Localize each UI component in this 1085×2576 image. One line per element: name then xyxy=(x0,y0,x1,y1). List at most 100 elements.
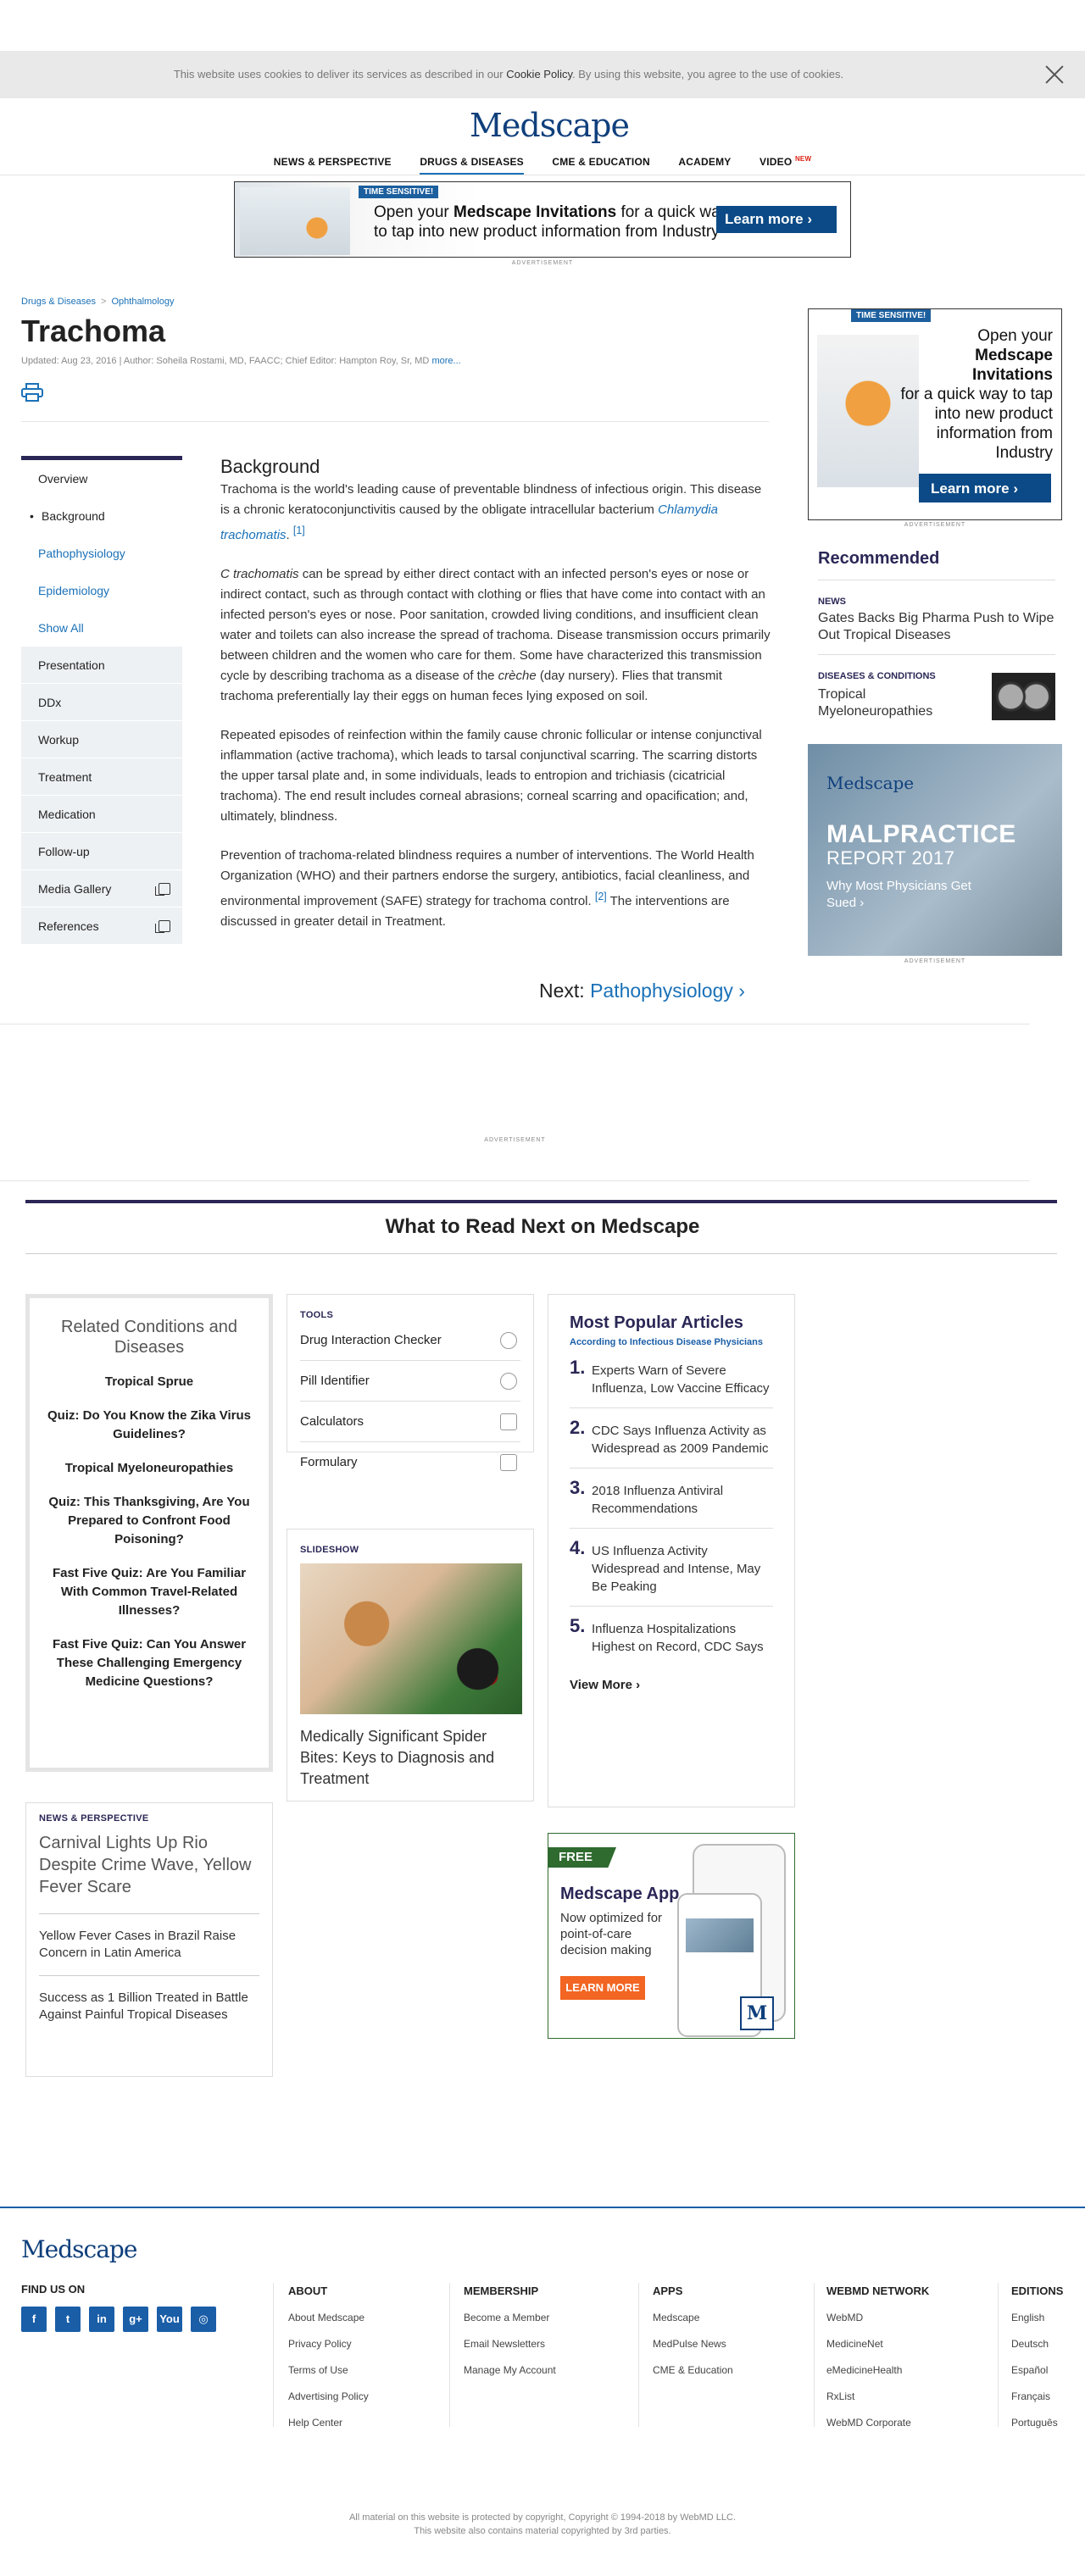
tool-drug-interaction-checker[interactable]: Drug Interaction Checker xyxy=(300,1320,520,1361)
banner-learn-more-button[interactable]: Learn more › xyxy=(716,206,837,233)
sidebar-ad-learn-more-button[interactable]: Learn more › xyxy=(919,474,1051,502)
popular-article[interactable]: 1. Experts Warn of Severe Influenza, Low … xyxy=(570,1348,773,1408)
footer-link[interactable]: WebMD xyxy=(826,2305,929,2331)
recommended-item[interactable]: Gates Backs Big Pharma Push to Wipe Out … xyxy=(818,610,1055,644)
footer-link[interactable]: Deutsch xyxy=(1011,2331,1063,2357)
related-link[interactable]: Tropical Myeloneuropathies xyxy=(47,1459,252,1478)
nav-workup[interactable]: Workup xyxy=(21,721,182,758)
popular-article[interactable]: 4. US Influenza Activity Widespread and I… xyxy=(570,1529,773,1607)
breadcrumb-drugs-diseases[interactable]: Drugs & Diseases xyxy=(21,297,96,307)
view-more-link[interactable]: View More › xyxy=(570,1678,773,1692)
reference-link[interactable]: [2] xyxy=(595,891,607,902)
app-learn-more-button[interactable]: LEARN MORE xyxy=(560,1976,645,2000)
reference-link[interactable]: [1] xyxy=(293,525,305,536)
footer-link[interactable]: Français xyxy=(1011,2384,1063,2410)
footer-link[interactable]: eMedicineHealth xyxy=(826,2357,929,2384)
footer-link[interactable]: Manage My Account xyxy=(464,2357,556,2384)
site-logo[interactable]: Medscape xyxy=(470,107,630,144)
footer-link[interactable]: Português xyxy=(1011,2410,1063,2436)
footer-link[interactable]: Terms of Use xyxy=(288,2357,369,2384)
facebook-icon[interactable]: f xyxy=(21,2307,47,2332)
footer-link[interactable]: Email Newsletters xyxy=(464,2331,556,2357)
related-conditions-box: Related Conditions and Diseases Tropical… xyxy=(25,1294,273,1772)
nav-background[interactable]: Background xyxy=(21,497,182,535)
nav-overview[interactable]: Overview xyxy=(21,460,182,497)
nav-treatment[interactable]: Treatment xyxy=(21,758,182,796)
recommended-thumbnail[interactable] xyxy=(992,673,1055,720)
footer-heading: WEBMD NETWORK xyxy=(826,2285,930,2297)
popular-article[interactable]: 3. 2018 Influenza Antiviral Recommendatio… xyxy=(570,1468,773,1529)
slideshow-caption[interactable]: Medically Significant Spider Bites: Keys… xyxy=(300,1726,520,1790)
related-link[interactable]: Quiz: Do You Know the Zika Virus Guideli… xyxy=(47,1407,252,1444)
footer-link[interactable]: Advertising Policy xyxy=(288,2384,369,2410)
nav-ddx[interactable]: DDx xyxy=(21,684,182,721)
youtube-icon[interactable]: You xyxy=(157,2307,182,2332)
nav-drugs-diseases[interactable]: DRUGS & DISEASES xyxy=(420,156,524,175)
tool-calculators[interactable]: Calculators xyxy=(300,1402,520,1442)
footer-link[interactable]: Medscape xyxy=(653,2305,733,2331)
banner-ad-text: Open your Medscape Invitations for a qui… xyxy=(374,203,729,241)
footer-link[interactable]: About Medscape xyxy=(288,2305,369,2331)
banner-ad[interactable]: TIME SENSITIVE! Open your Medscape Invit… xyxy=(234,181,851,258)
rank-number: 1. xyxy=(570,1357,586,1378)
nav-pathophysiology[interactable]: Pathophysiology xyxy=(21,535,182,572)
related-link[interactable]: Quiz: This Thanksgiving, Are You Prepare… xyxy=(47,1493,252,1549)
related-link[interactable]: Fast Five Quiz: Are You Familiar With Co… xyxy=(47,1564,252,1620)
news-article[interactable]: Success as 1 Billion Treated in Battle A… xyxy=(39,1990,259,2037)
instagram-icon[interactable]: ◎ xyxy=(191,2307,216,2332)
related-link[interactable]: Tropical Sprue xyxy=(47,1373,252,1391)
next-section-link[interactable]: Next: Pathophysiology › xyxy=(539,980,745,1002)
recommended-item[interactable]: Tropical Myeloneuropathies xyxy=(818,686,979,720)
slideshow-box[interactable]: SLIDESHOW Medically Significant Spider B… xyxy=(287,1529,534,1802)
print-icon[interactable] xyxy=(21,383,43,402)
footer-link[interactable]: Español xyxy=(1011,2357,1063,2384)
popular-article[interactable]: 5. Influenza Hospitalizations Highest on … xyxy=(570,1607,773,1666)
linkedin-icon[interactable]: in xyxy=(89,2307,114,2332)
nav-media-gallery[interactable]: Media Gallery xyxy=(21,870,182,908)
footer-link[interactable]: MedicineNet xyxy=(826,2331,929,2357)
recommended-category: NEWS xyxy=(818,597,846,607)
nav-video[interactable]: VIDEO NEW xyxy=(760,155,811,173)
nav-news-perspective[interactable]: NEWS & PERSPECTIVE xyxy=(274,156,392,173)
footer-link[interactable]: English xyxy=(1011,2305,1063,2331)
footer-link[interactable]: MedPulse News xyxy=(653,2331,733,2357)
nav-epidemiology[interactable]: Epidemiology xyxy=(21,572,182,609)
footer-logo[interactable]: Medscape xyxy=(21,2235,137,2263)
nav-follow-up[interactable]: Follow-up xyxy=(21,833,182,870)
tool-formulary[interactable]: Formulary xyxy=(300,1442,520,1483)
footer-link[interactable]: RxList xyxy=(826,2384,929,2410)
cookie-policy-link[interactable]: Cookie Policy xyxy=(506,68,572,80)
footer-link[interactable]: Become a Member xyxy=(464,2305,556,2331)
google-plus-icon[interactable]: g+ xyxy=(123,2307,148,2332)
breadcrumb-ophthalmology[interactable]: Ophthalmology xyxy=(111,297,174,307)
nav-presentation[interactable]: Presentation xyxy=(21,647,182,684)
spider-image[interactable] xyxy=(300,1563,522,1714)
tool-pill-identifier[interactable]: Pill Identifier xyxy=(300,1361,520,1402)
footer-link[interactable]: CME & Education xyxy=(653,2357,733,2384)
sidebar-ad[interactable]: TIME SENSITIVE! Open your Medscape Invita… xyxy=(808,308,1062,520)
close-icon[interactable] xyxy=(1041,61,1068,88)
rank-number: 3. xyxy=(570,1477,586,1498)
footer-link[interactable]: WebMD Corporate xyxy=(826,2410,929,2436)
ad-cta[interactable]: Why Most Physicians Get Sued › xyxy=(826,878,988,912)
footer-link[interactable]: Help Center xyxy=(288,2410,369,2436)
authors-more-link[interactable]: more... xyxy=(431,356,460,366)
nav-cme-education[interactable]: CME & EDUCATION xyxy=(552,156,649,173)
nav-medication[interactable]: Medication xyxy=(21,796,182,833)
news-article[interactable]: Carnival Lights Up Rio Despite Crime Wav… xyxy=(39,1832,259,1914)
medscape-app-ad[interactable]: FREE Medscape App Now optimized for poin… xyxy=(548,1833,795,2039)
nav-show-all[interactable]: Show All xyxy=(21,609,182,647)
malpractice-ad[interactable]: Medscape MALPRACTICE REPORT 2017 Why Mos… xyxy=(808,744,1062,956)
rank-number: 4. xyxy=(570,1537,586,1558)
footer-column-divider xyxy=(998,2283,999,2427)
copyright-notice: All material on this website is protecte… xyxy=(348,2512,737,2536)
popular-article[interactable]: 2. CDC Says Influenza Activity as Widespr… xyxy=(570,1408,773,1468)
news-article[interactable]: Yellow Fever Cases in Brazil Raise Conce… xyxy=(39,1928,259,1976)
twitter-icon[interactable]: t xyxy=(55,2307,81,2332)
ad-logo: Medscape xyxy=(826,773,915,793)
medscape-app-icon: M xyxy=(740,1996,774,2030)
nav-references[interactable]: References xyxy=(21,908,182,945)
related-link[interactable]: Fast Five Quiz: Can You Answer These Cha… xyxy=(47,1635,252,1691)
footer-link[interactable]: Privacy Policy xyxy=(288,2331,369,2357)
nav-academy[interactable]: ACADEMY xyxy=(678,156,731,173)
